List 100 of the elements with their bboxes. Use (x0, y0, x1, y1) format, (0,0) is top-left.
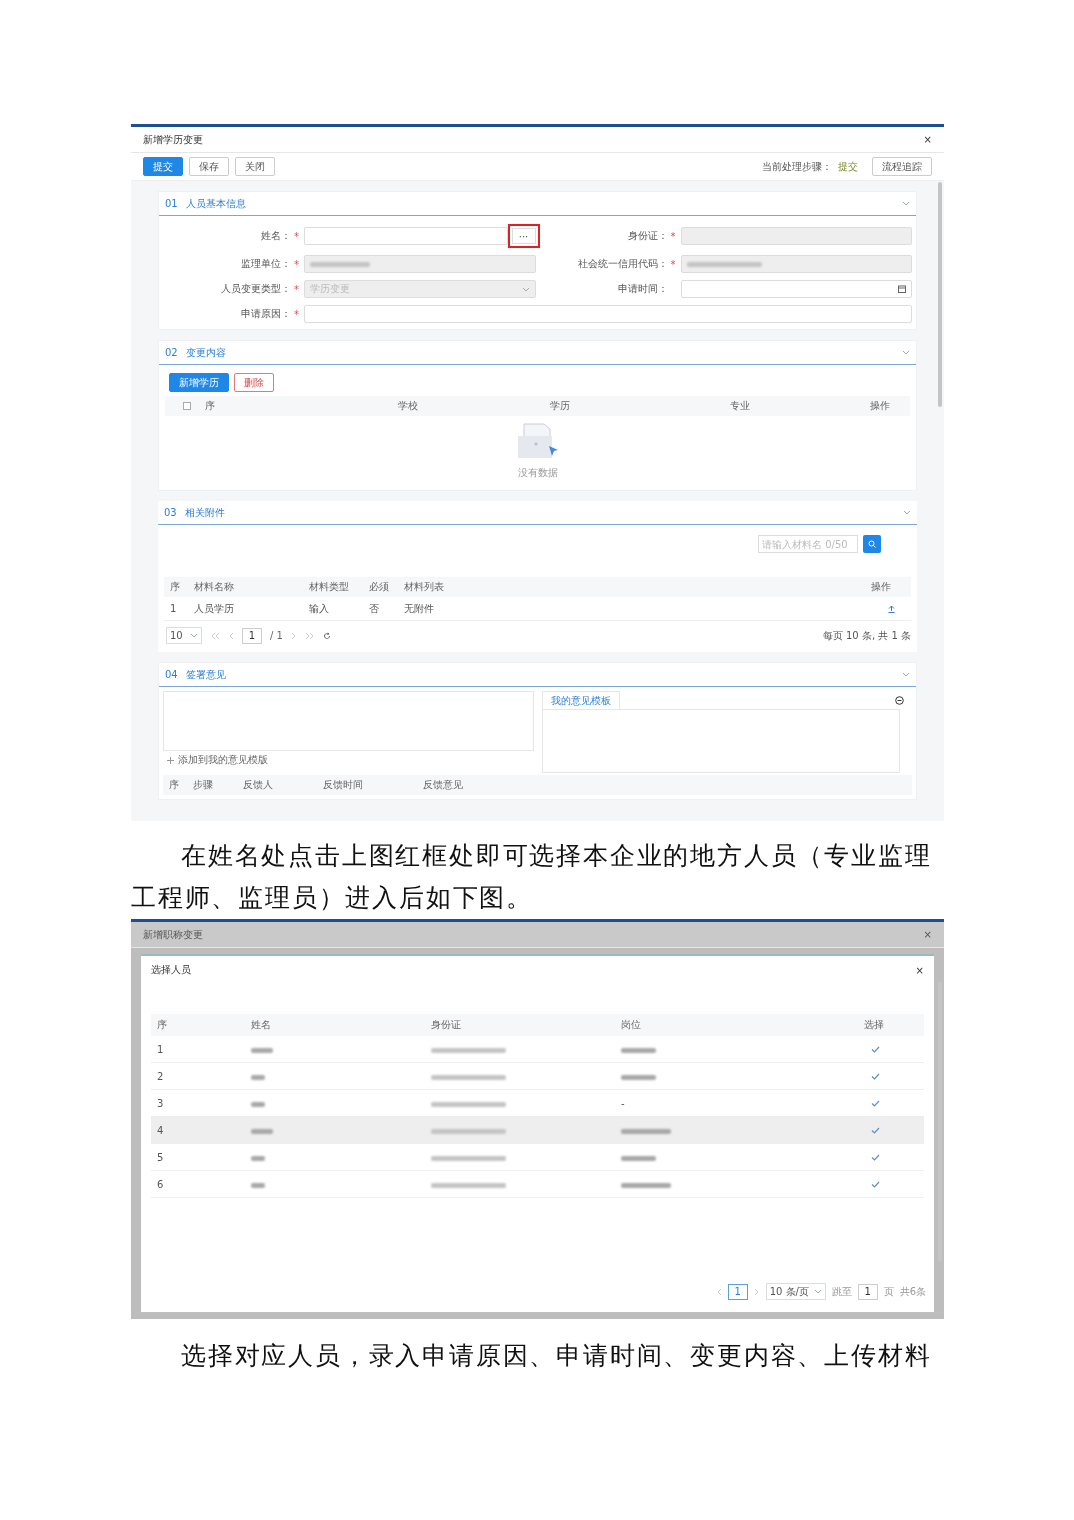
column-header: 材料列表 (404, 580, 445, 594)
trace-button[interactable]: 流程追踪 (872, 157, 932, 176)
page-input[interactable]: 1 (242, 627, 262, 644)
minus-circle-icon[interactable] (895, 695, 904, 705)
column-header: 序 (205, 399, 215, 413)
toolbar-button[interactable]: 关闭 (235, 157, 275, 176)
blurred-text (621, 1182, 671, 1188)
table-cell-text: 无附件 (404, 601, 435, 616)
search-field[interactable]: 请输入材料名 0/50 (758, 535, 858, 553)
column-header: 专业 (730, 399, 750, 413)
table-cell-text: 1 (156, 1043, 165, 1055)
chevron-icon[interactable] (521, 286, 530, 292)
page-size-select[interactable]: 10 条/页 (765, 1283, 826, 1300)
blurred-text (251, 1155, 265, 1161)
table-cell-text: 6 (156, 1178, 165, 1190)
chevron-icon[interactable] (902, 201, 910, 206)
check-icon[interactable] (871, 1045, 880, 1053)
chevron-icon[interactable] (813, 1289, 822, 1294)
table-cell-text: 人员学历 (194, 601, 235, 616)
check-icon[interactable] (871, 1099, 880, 1107)
section-number: 02 (165, 347, 178, 358)
search-button[interactable] (863, 535, 881, 553)
action-button[interactable]: 新增学历 (169, 373, 229, 392)
column-header: 学历 (550, 399, 570, 413)
goto-unit: 页 (883, 1284, 894, 1299)
template-tab[interactable]: 我的意见模板 (541, 691, 620, 709)
opinion-textarea[interactable] (163, 691, 534, 751)
required-mark: * (294, 258, 299, 270)
goto-input[interactable]: 1 (857, 1283, 878, 1300)
page-size: 10 (170, 630, 183, 641)
add-template-link[interactable]: 添加到我的意见模版 (178, 753, 268, 767)
required-mark: * (294, 283, 299, 295)
column-header: 反馈时间 (323, 778, 364, 792)
page-summary: 每页 10 条, 共 1 条 (822, 628, 911, 643)
required-mark: * (670, 230, 676, 242)
field-label: 姓名： (260, 229, 292, 243)
date-field[interactable] (680, 280, 912, 298)
paragraph: 选择对应人员，录入申请原因、申请时间、变更内容、上传材料 (180, 1340, 933, 1372)
chevron-icon[interactable] (190, 633, 198, 638)
column-header: 岗位 (621, 1018, 641, 1032)
page-size: 10 条/页 (769, 1284, 809, 1299)
column-header: 步骤 (193, 778, 214, 792)
column-header: 序 (169, 580, 181, 594)
page-total: / 1 (270, 630, 283, 641)
dialog-title: 选择人员 (151, 963, 191, 977)
window-title: 新增学历变更 (143, 132, 203, 147)
next-page-icon[interactable] (753, 1287, 760, 1296)
total-count: 共6条 (899, 1284, 926, 1299)
required-mark: * (294, 230, 299, 242)
field-label: 申请时间： (616, 282, 669, 296)
page-size-select[interactable]: 10 (166, 627, 202, 644)
column-header: 学校 (397, 399, 418, 413)
picker-button[interactable]: ··· (511, 228, 536, 244)
toolbar-button[interactable]: 提交 (143, 157, 183, 176)
input-field[interactable] (304, 305, 912, 323)
column-header: 身份证 (431, 1018, 461, 1032)
required-mark: * (670, 258, 676, 270)
column-header: 材料类型 (309, 580, 350, 594)
column-header: 序 (156, 1018, 167, 1032)
column-header: 反馈意见 (423, 778, 464, 792)
field-label: 监理单位： (240, 257, 292, 271)
name-field[interactable] (304, 227, 508, 245)
scrollbar[interactable] (938, 182, 942, 407)
table-cell-text: 1 (169, 603, 178, 614)
blurred-text (621, 1047, 656, 1053)
previous-page-icon[interactable] (228, 631, 234, 640)
page-button[interactable]: 1 (727, 1283, 748, 1300)
blurred-text (251, 1074, 265, 1080)
check-icon[interactable] (871, 1180, 880, 1188)
last-page-icon[interactable] (304, 631, 315, 640)
section-number: 03 (164, 507, 177, 518)
column-header: 选择 (864, 1018, 885, 1032)
check-icon[interactable] (871, 1153, 880, 1161)
first-page-icon[interactable] (210, 631, 220, 640)
table-row[interactable]: 4 (151, 1117, 924, 1144)
column-header: 操作 (871, 580, 892, 594)
check-icon[interactable] (871, 1072, 880, 1080)
paragraph: 在姓名处点击上图红框处即可选择本企业的地方人员（专业监理工程师、监理员）进入后如下图。 (130, 840, 933, 914)
table-cell-text: 否 (369, 601, 380, 616)
chevron-icon[interactable] (902, 350, 910, 355)
toolbar-button[interactable]: 保存 (189, 157, 229, 176)
previous-page-icon[interactable] (715, 1287, 722, 1296)
close-button[interactable]: × (923, 134, 932, 145)
step-value: 提交 (838, 159, 858, 174)
chevron-icon[interactable] (903, 510, 911, 515)
checkbox[interactable] (183, 401, 191, 410)
plus-icon (167, 756, 174, 764)
calendar-icon[interactable] (898, 285, 906, 293)
close-button[interactable]: × (915, 964, 924, 976)
action-button[interactable]: 删除 (234, 373, 274, 392)
blurred-text (251, 1101, 265, 1107)
check-icon[interactable] (871, 1126, 880, 1134)
required-mark: * (294, 308, 299, 320)
close-button[interactable]: × (923, 929, 932, 940)
chevron-icon[interactable] (902, 672, 910, 677)
upload-icon[interactable] (887, 604, 895, 613)
next-page-icon[interactable] (290, 631, 297, 640)
refresh-icon[interactable] (322, 631, 331, 640)
blurred-text (251, 1182, 265, 1188)
blurred-text (310, 261, 370, 267)
